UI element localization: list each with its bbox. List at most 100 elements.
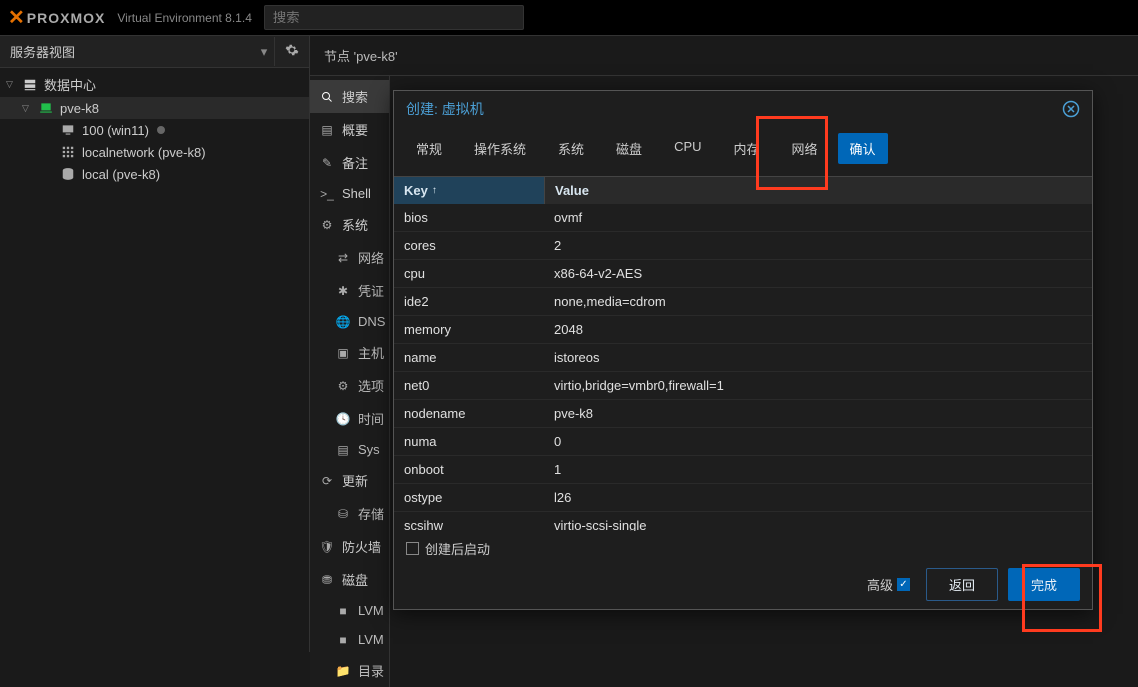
back-button[interactable]: 返回 (926, 568, 998, 601)
search-icon (320, 90, 334, 104)
host-icon: ▣ (336, 346, 350, 360)
cell-value: istoreos (544, 344, 1092, 371)
chevron-down-icon[interactable]: ▾ (254, 44, 274, 60)
table-row[interactable]: ostypel26 (394, 484, 1092, 512)
wizard-tab-7[interactable]: 确认 (838, 133, 888, 164)
wizard-tab-0[interactable]: 常规 (404, 133, 454, 164)
top-bar: ✕ PROXMOX Virtual Environment 8.1.4 (0, 0, 1138, 36)
cell-value: 2048 (544, 316, 1092, 343)
cell-value: x86-64-v2-AES (544, 260, 1092, 287)
net-icon: ⇄ (336, 251, 350, 265)
server-icon (22, 77, 38, 93)
nav-item-主机[interactable]: ▣主机 (310, 336, 389, 369)
start-after-create-checkbox[interactable]: 创建后启动 (406, 539, 1080, 558)
wizard-tab-6[interactable]: 网络 (780, 133, 830, 164)
nav-label: 更新 (342, 471, 368, 490)
wizard-tab-1[interactable]: 操作系统 (462, 133, 538, 164)
cell-key: name (394, 344, 544, 371)
nav-item-系统[interactable]: ⚙系统 (310, 208, 389, 241)
globe-icon: 🌐 (336, 315, 350, 329)
wizard-tab-5[interactable]: 内存 (722, 133, 772, 164)
table-row[interactable]: nodenamepve-k8 (394, 400, 1092, 428)
wizard-tab-4[interactable]: CPU (662, 133, 713, 164)
wizard-tab-3[interactable]: 磁盘 (604, 133, 654, 164)
table-row[interactable]: numa0 (394, 428, 1092, 456)
cell-value: virtio,bridge=vmbr0,firewall=1 (544, 372, 1092, 399)
tree-network[interactable]: localnetwork (pve-k8) (0, 141, 309, 163)
nav-label: 备注 (342, 153, 368, 172)
nav-item-shell[interactable]: >_Shell (310, 179, 389, 208)
cell-key: cpu (394, 260, 544, 287)
nav-item-概要[interactable]: ▤ 概要 (310, 113, 389, 146)
expander-icon[interactable]: ▽ (6, 79, 16, 90)
cell-key: numa (394, 428, 544, 455)
table-row[interactable]: net0virtio,bridge=vmbr0,firewall=1 (394, 372, 1092, 400)
view-selector-label[interactable]: 服务器视图 (0, 36, 254, 67)
sys-icon: ▤ (336, 443, 350, 457)
table-row[interactable]: memory2048 (394, 316, 1092, 344)
cell-key: scsihw (394, 512, 544, 531)
nav-item-凭证[interactable]: ✱凭证 (310, 274, 389, 307)
cell-value: pve-k8 (544, 400, 1092, 427)
tree-datacenter[interactable]: ▽ 数据中心 (0, 72, 309, 97)
wizard-tab-2[interactable]: 系统 (546, 133, 596, 164)
column-value[interactable]: Value (544, 177, 1092, 204)
table-row[interactable]: nameistoreos (394, 344, 1092, 372)
nav-item-选项[interactable]: ⚙选项 (310, 369, 389, 402)
tree-label: localnetwork (pve-k8) (82, 145, 206, 160)
nav-item-lvm[interactable]: ■ LVM (310, 596, 389, 625)
nav-item-dns[interactable]: 🌐 DNS (310, 307, 389, 336)
monitor-icon (60, 122, 76, 138)
nav-label: 时间 (358, 409, 384, 428)
nav-item-目录[interactable]: 📁目录 (310, 654, 389, 687)
nav-item-sys[interactable]: ▤Sys (310, 435, 389, 464)
storage-icon (60, 166, 76, 182)
nav-label: 磁盘 (342, 570, 368, 589)
checkbox-label: 创建后启动 (425, 539, 490, 558)
table-row[interactable]: cores2 (394, 232, 1092, 260)
global-search-input[interactable] (264, 5, 524, 30)
expander-icon[interactable]: ▽ (22, 103, 32, 114)
cell-key: bios (394, 204, 544, 231)
file-icon: ▤ (320, 123, 334, 137)
close-icon[interactable] (1062, 100, 1080, 118)
refresh-icon: ⟳ (320, 474, 334, 488)
cell-value: l26 (544, 484, 1092, 511)
nav-label: 概要 (342, 120, 368, 139)
cert-icon: ✱ (336, 284, 350, 298)
table-row[interactable]: cpux86-64-v2-AES (394, 260, 1092, 288)
table-row[interactable]: onboot1 (394, 456, 1092, 484)
nav-item-存储[interactable]: ⛁存储 (310, 497, 389, 530)
tree-label: 数据中心 (44, 75, 96, 94)
nav-item-lvm[interactable]: ■LVM (310, 625, 389, 654)
table-row[interactable]: scsihwvirtio-scsi-single (394, 512, 1092, 531)
nav-label: DNS (358, 314, 385, 329)
nav-label: Shell (342, 186, 371, 201)
table-row[interactable]: ide2none,media=cdrom (394, 288, 1092, 316)
nav-item-防火墙[interactable]: 🛡防火墙 (310, 530, 389, 563)
logo: ✕ PROXMOX (8, 5, 105, 30)
cell-key: net0 (394, 372, 544, 399)
box-icon: ■ (336, 633, 350, 647)
finish-button[interactable]: 完成 (1008, 568, 1080, 601)
node-icon (38, 100, 54, 116)
nav-item-搜索[interactable]: 搜索 (310, 80, 389, 113)
nav-label: 目录 (358, 661, 384, 680)
cell-value: 1 (544, 456, 1092, 483)
nav-item-磁盘[interactable]: ⛃磁盘 (310, 563, 389, 596)
nav-item-网络[interactable]: ⇄网络 (310, 241, 389, 274)
tree-vm-100[interactable]: 100 (win11) (0, 119, 309, 141)
tree-storage[interactable]: local (pve-k8) (0, 163, 309, 185)
box-icon: ■ (336, 604, 350, 618)
tree-node-pvek8[interactable]: ▽ pve-k8 (0, 97, 309, 119)
nav-item-备注[interactable]: ✎备注 (310, 146, 389, 179)
nav-item-更新[interactable]: ⟳ 更新 (310, 464, 389, 497)
table-row[interactable]: biosovmf (394, 204, 1092, 232)
logo-text: PROXMOX (27, 10, 106, 26)
gear-icon[interactable] (274, 37, 309, 66)
nav-item-时间[interactable]: 🕓时间 (310, 402, 389, 435)
create-vm-dialog: 创建: 虚拟机 常规操作系统系统磁盘CPU内存网络确认 Key↑ Value b… (393, 90, 1093, 610)
nav-label: LVM (358, 603, 384, 618)
column-key[interactable]: Key↑ (394, 177, 544, 204)
advanced-toggle[interactable]: 高级 ✓ (867, 575, 910, 594)
